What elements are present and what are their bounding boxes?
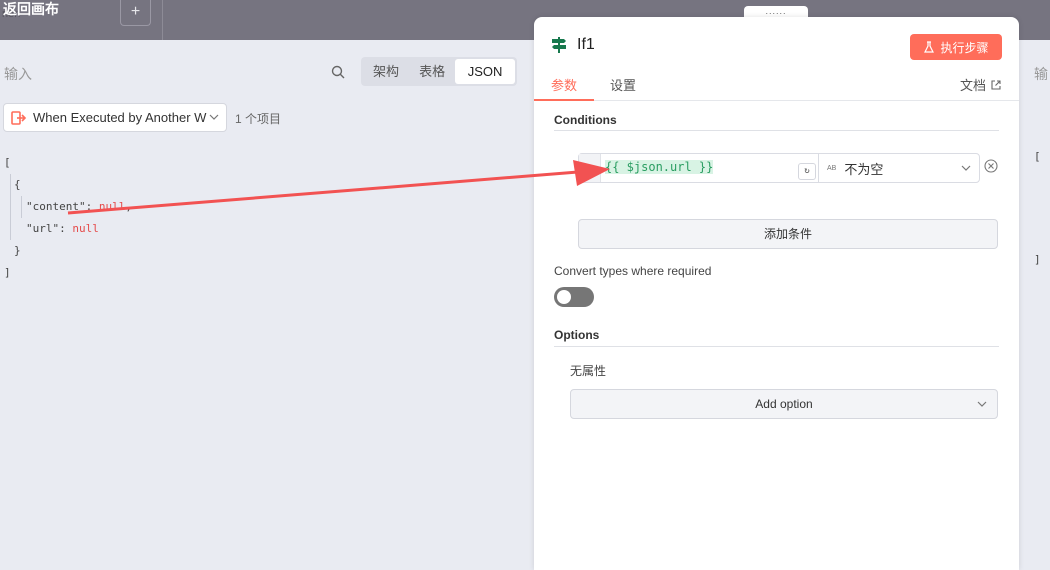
condition-value-input[interactable]: {{ $json.url }} ↻ [601, 154, 819, 182]
chevron-down-icon [961, 165, 971, 171]
operator-label: 不为空 [844, 161, 884, 177]
convert-types-toggle[interactable] [554, 287, 594, 307]
add-option-label: Add option [755, 397, 813, 411]
json-viewer: [ { "content": null, "url": null } ] [4, 152, 132, 284]
expression-text: {{ $json.url }} [605, 160, 714, 174]
condition-drag-handle[interactable] [579, 154, 601, 182]
divider [554, 130, 999, 131]
search-icon[interactable] [331, 65, 345, 79]
external-link-icon [991, 79, 1001, 90]
panel-tabs: 参数 设置 文档 [534, 71, 1019, 101]
item-count: 1 个项目 [235, 112, 282, 126]
node-parameters-panel: If1 执行步骤 参数 设置 文档 Conditions {{ $json.ur… [534, 17, 1019, 570]
input-pane: 输入 架构 表格 JSON When Executed by Another W… [0, 40, 534, 570]
options-heading: Options [554, 328, 600, 342]
operator-select[interactable]: AB 不为空 [819, 154, 979, 182]
json-close-bracket: ] [1034, 253, 1041, 266]
tab-parameters[interactable]: 参数 [534, 75, 594, 101]
input-node-select[interactable]: When Executed by Another W [3, 103, 227, 132]
remove-condition-icon[interactable] [984, 159, 998, 173]
view-mode-table[interactable]: 表格 [409, 59, 455, 84]
input-node-name: When Executed by Another W [33, 110, 207, 125]
convert-types-label: Convert types where required [554, 264, 712, 278]
divider [162, 0, 163, 40]
string-type-icon: AB [827, 164, 837, 172]
json-row-url[interactable]: "url": null [4, 218, 132, 240]
trigger-exit-icon [11, 110, 27, 125]
view-mode-schema[interactable]: 架构 [363, 59, 409, 84]
json-value: null [72, 222, 99, 235]
execute-step-button[interactable]: 执行步骤 [910, 34, 1002, 60]
add-node-button[interactable]: + [120, 0, 151, 26]
add-condition-button[interactable]: 添加条件 [578, 219, 998, 249]
json-value: null [98, 200, 126, 213]
json-close-bracket: ] [4, 266, 11, 279]
reset-value-button[interactable]: ↻ [798, 163, 816, 180]
flask-icon [924, 41, 935, 53]
back-to-canvas-link[interactable]: 返回画布 [3, 0, 59, 19]
chevron-down-icon [977, 401, 987, 407]
input-pane-title: 输入 [4, 66, 32, 82]
json-close-brace: } [14, 244, 21, 257]
condition-row: {{ $json.url }} ↻ AB 不为空 [578, 153, 980, 183]
json-row-content[interactable]: "content": null, [4, 196, 132, 218]
indent-guide [10, 174, 11, 240]
divider [554, 346, 999, 347]
tab-settings[interactable]: 设置 [610, 75, 636, 101]
add-option-select[interactable]: Add option [570, 389, 998, 419]
view-mode-json[interactable]: JSON [455, 59, 515, 84]
docs-link[interactable]: 文档 [960, 75, 1001, 94]
node-name[interactable]: If1 [577, 36, 595, 54]
json-open-brace: { [14, 178, 21, 191]
json-open-bracket: [ [4, 156, 11, 169]
indent-guide [21, 196, 22, 218]
view-mode-switch: 架构 表格 JSON [361, 57, 517, 86]
json-comma: , [125, 200, 132, 213]
output-pane: 输 [ ] [1019, 40, 1050, 570]
execute-step-label: 执行步骤 [940, 40, 989, 55]
output-pane-title: 输 [1034, 66, 1048, 82]
conditions-heading: Conditions [554, 113, 617, 127]
no-properties-text: 无属性 [570, 364, 607, 378]
chevron-down-icon [209, 114, 219, 120]
json-key: "content": [26, 200, 93, 213]
json-open-bracket: [ [1034, 150, 1041, 163]
signpost-icon [552, 37, 566, 53]
json-key: "url": [26, 222, 66, 235]
docs-label: 文档 [959, 78, 986, 93]
node-title: If1 [550, 36, 595, 54]
